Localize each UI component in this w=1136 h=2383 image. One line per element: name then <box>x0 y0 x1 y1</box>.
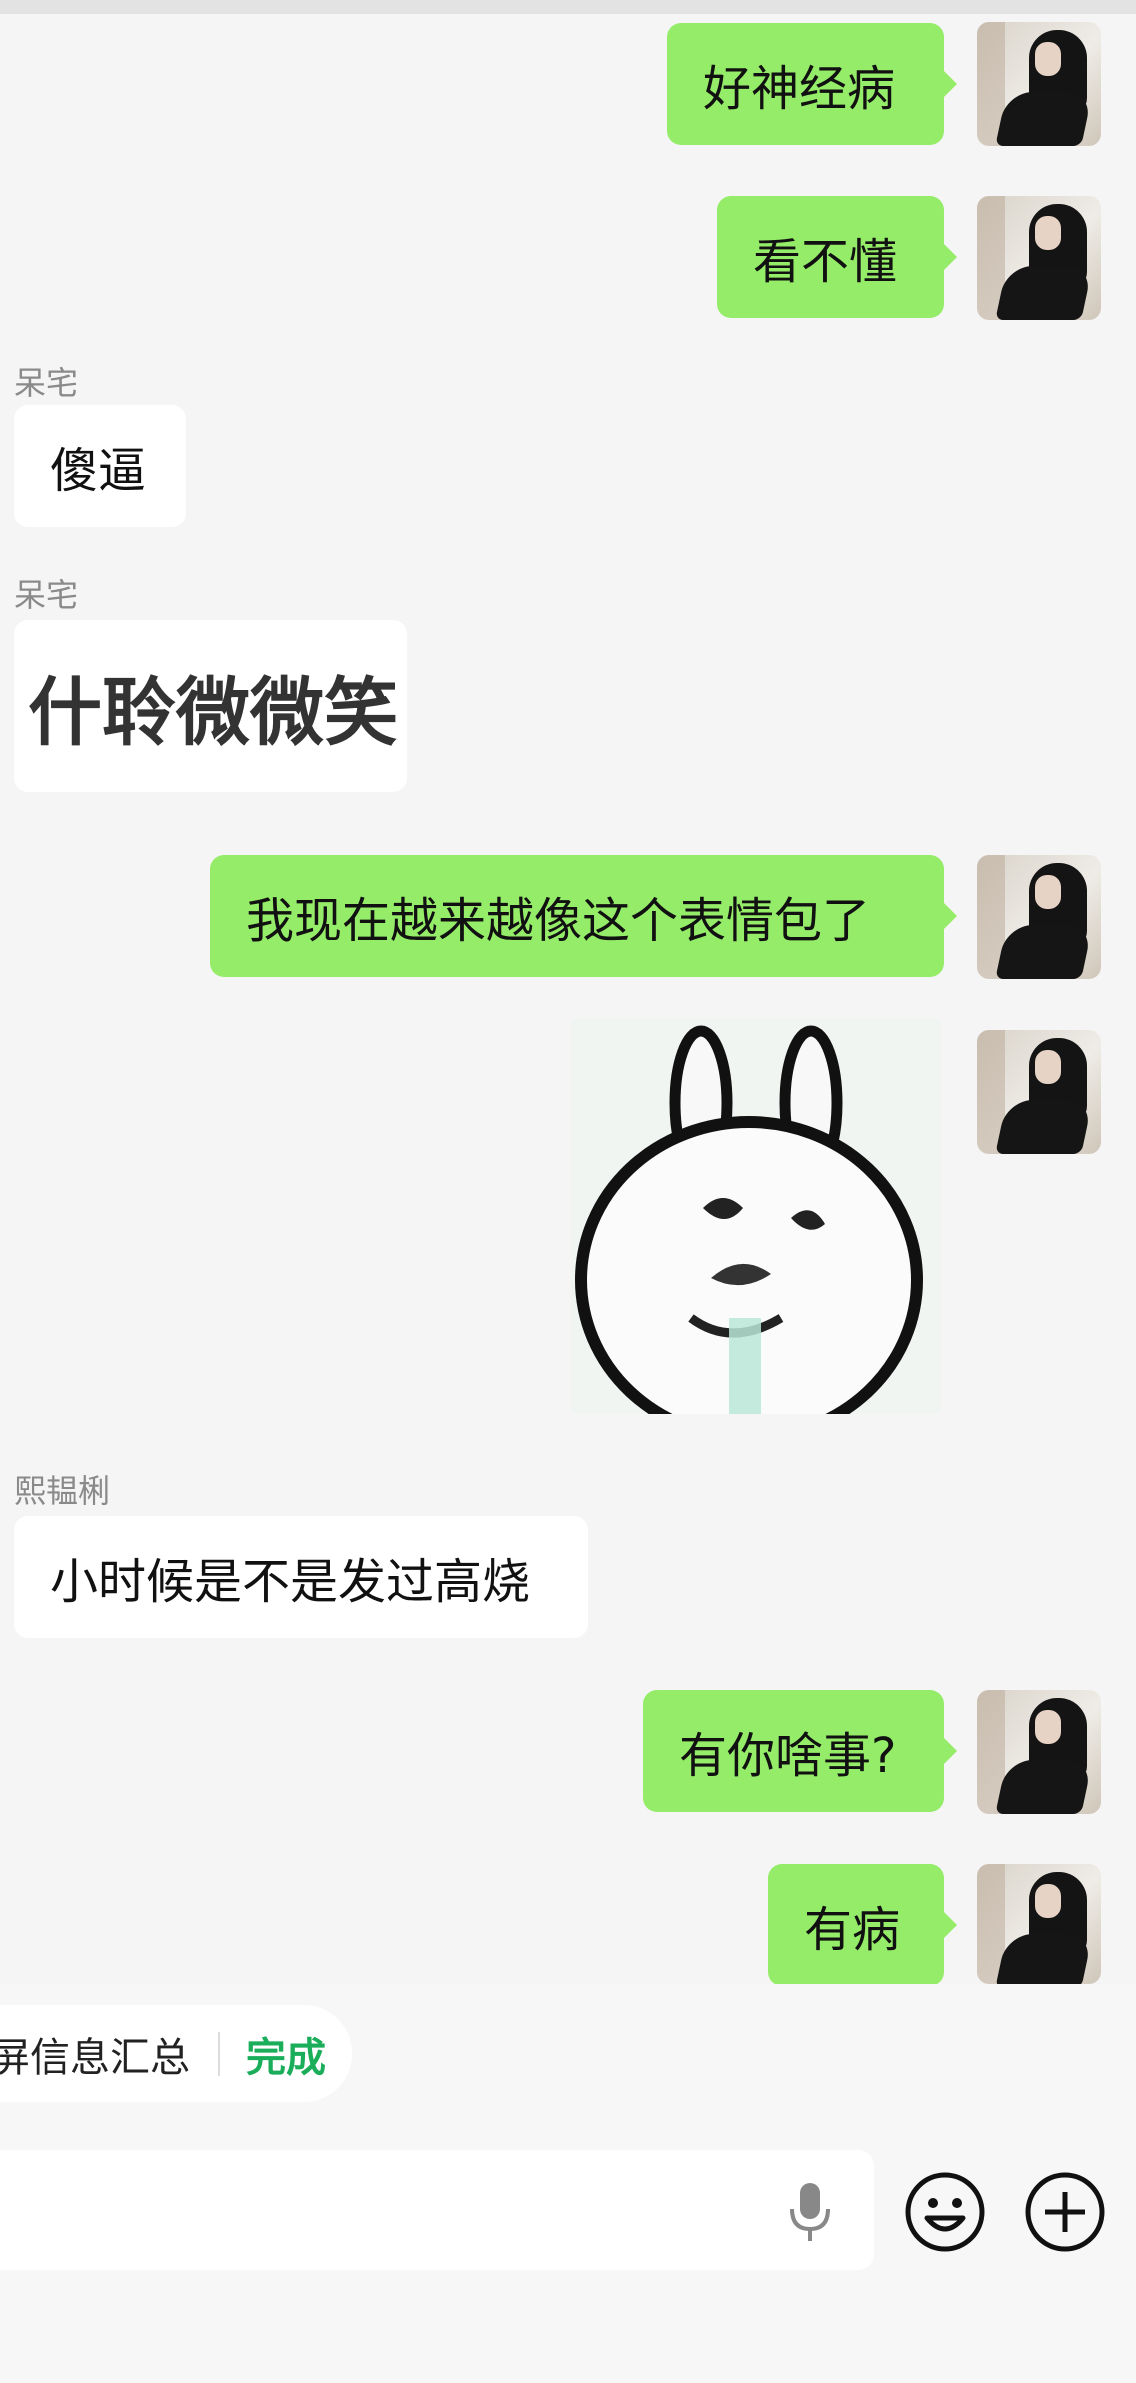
my-avatar[interactable] <box>977 855 1101 979</box>
rabbit-sticker[interactable] <box>571 1018 941 1414</box>
message-bubble-received[interactable]: 小时候是不是发过高烧 <box>14 1516 588 1638</box>
message-bubble-received[interactable]: 傻逼 <box>14 405 186 527</box>
my-avatar[interactable] <box>977 196 1101 320</box>
message-text: 有病 <box>804 1902 901 1958</box>
message-text: 小时候是不是发过高烧 <box>50 1554 531 1610</box>
top-strip <box>0 0 1136 14</box>
message-bubble-sent[interactable]: 看不懂 <box>717 196 944 318</box>
message-bubble-sent[interactable]: 我现在越来越像这个表情包了 <box>210 855 944 977</box>
sender-name: 呆宅 <box>14 576 79 614</box>
emoji-icon[interactable] <box>903 2170 987 2254</box>
message-bubble-sent[interactable]: 有你啥事? <box>643 1690 944 1812</box>
divider <box>218 2031 220 2076</box>
summary-bar[interactable]: 屏信息汇总 完成 <box>0 2005 352 2102</box>
message-bubble-sent[interactable]: 有病 <box>768 1864 944 1986</box>
my-avatar[interactable] <box>977 1864 1101 1984</box>
message-bubble-sent[interactable]: 好神经病 <box>667 23 944 145</box>
message-text: 看不懂 <box>753 234 898 290</box>
microphone-icon[interactable] <box>786 2181 834 2245</box>
plus-circle-icon[interactable] <box>1023 2170 1107 2254</box>
sender-name: 熙韫梸 <box>14 1472 111 1510</box>
my-avatar[interactable] <box>977 22 1101 146</box>
message-input[interactable] <box>0 2150 874 2270</box>
chat-message-list[interactable] <box>0 14 1136 1984</box>
message-text: 有你啥事? <box>679 1728 897 1784</box>
message-text: 好神经病 <box>703 61 896 117</box>
done-button[interactable]: 完成 <box>246 2025 326 2083</box>
message-text: 我现在越来越像这个表情包了 <box>246 893 871 949</box>
message-text: 什聆微微笑 <box>28 669 398 756</box>
message-text: 傻逼 <box>50 443 147 499</box>
rabbit-sticker-drawing <box>571 1018 941 1414</box>
my-avatar[interactable] <box>977 1690 1101 1814</box>
message-image-text[interactable]: 什聆微微笑 <box>14 620 407 792</box>
summary-text: 屏信息汇总 <box>0 2034 190 2081</box>
my-avatar[interactable] <box>977 1030 1101 1154</box>
sender-name: 呆宅 <box>14 364 79 402</box>
